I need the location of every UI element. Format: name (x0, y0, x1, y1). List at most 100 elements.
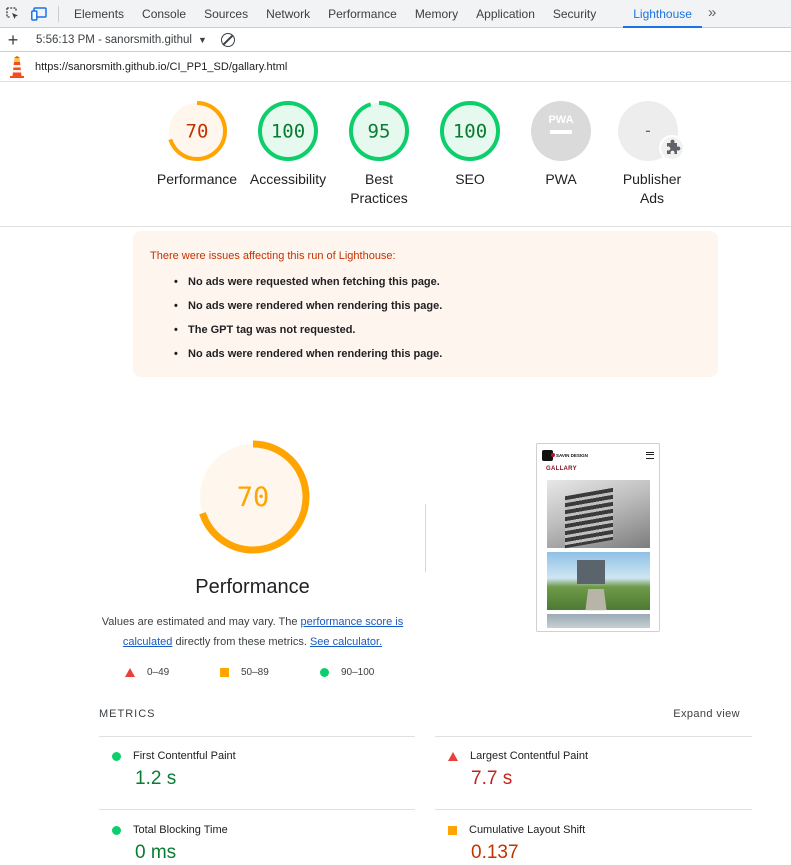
warning-list: No ads were requested when fetching this… (150, 270, 701, 366)
metric-value: 0.137 (471, 842, 519, 863)
legend-pass: 90–100 (320, 667, 374, 678)
gauge-seo-ring: 100 (440, 101, 500, 161)
legend-pass-range: 90–100 (341, 667, 375, 678)
gauge-performance[interactable]: 70 Performance (152, 100, 242, 189)
hamburger-menu-icon (646, 451, 654, 459)
performance-desc-text: directly from these metrics. (172, 636, 310, 648)
legend-fail-range: 0–49 (147, 667, 170, 678)
new-report-plus-icon[interactable]: + (0, 29, 26, 51)
lighthouse-toolbar: + 5:56:13 PM - sanorsmith.githul ▼ (0, 28, 791, 52)
gauge-publisher-ads-score: - (643, 121, 653, 140)
tab-security[interactable]: Security (544, 0, 605, 28)
metric-name: Total Blocking Time (133, 824, 228, 836)
device-toolbar-icon[interactable] (26, 0, 52, 28)
gauge-best-practices-ring: 95 (349, 101, 409, 161)
tab-performance[interactable]: Performance (319, 0, 406, 28)
gauge-performance-ring: 70 (167, 101, 227, 161)
metric-divider (99, 809, 415, 810)
gauge-seo-score: 100 (453, 121, 487, 143)
legend-average: 50–89 (220, 667, 269, 678)
performance-description: Values are estimated and may vary. The p… (96, 612, 409, 652)
pass-circle-icon (112, 751, 121, 761)
pwa-badge-icon: PWA (531, 101, 591, 161)
metrics-heading: METRICS (99, 708, 156, 720)
gauge-publisher-ads-label: Publisher Ads (622, 171, 682, 206)
gauge-accessibility[interactable]: 100 Accessibility (243, 100, 333, 189)
gauge-accessibility-score: 100 (271, 121, 305, 143)
thumbnail-header: SAVIN DESIGN (537, 444, 659, 466)
gauge-performance-score: 70 (186, 121, 209, 143)
lighthouse-logo-icon (9, 56, 25, 78)
devtools-tab-bar: Elements Console Sources Network Perform… (0, 0, 791, 28)
report-url[interactable]: https://sanorsmith.github.io/CI_PP1_SD/g… (35, 61, 287, 73)
gauge-performance-label: Performance (156, 171, 238, 187)
gauge-accessibility-ring: 100 (258, 101, 318, 161)
performance-title: Performance (195, 576, 310, 598)
metric-total-blocking-time: Total Blocking Time 0 ms (99, 824, 415, 864)
inspect-element-icon[interactable] (0, 0, 26, 28)
gauge-best-practices-label: Best Practices (350, 171, 408, 206)
warning-item: No ads were rendered when rendering this… (174, 294, 701, 318)
metric-divider (99, 736, 415, 737)
performance-gauge-large: 70 (196, 440, 310, 554)
gallery-photo-partial (547, 614, 650, 628)
fail-triangle-icon (448, 751, 458, 761)
metric-largest-contentful-paint: Largest Contentful Paint 7.7 s (435, 750, 751, 790)
pwa-badge-text: PWA (548, 114, 573, 126)
metric-name: Largest Contentful Paint (470, 750, 589, 762)
metric-value: 1.2 s (135, 768, 177, 789)
pass-circle-icon (112, 825, 121, 835)
see-calculator-link[interactable]: See calculator. (310, 636, 382, 648)
metric-value: 0 ms (135, 842, 177, 863)
tab-sources[interactable]: Sources (195, 0, 257, 28)
gallery-photo-park (547, 552, 650, 611)
more-tabs-chevron-icon[interactable]: » (702, 0, 722, 28)
metric-cumulative-layout-shift: Cumulative Layout Shift 0.137 (435, 824, 751, 864)
legend-average-range: 50–89 (241, 667, 269, 678)
clear-reports-icon[interactable] (220, 32, 235, 47)
metric-value: 7.7 s (471, 768, 513, 789)
pass-circle-icon (320, 668, 329, 677)
tab-elements[interactable]: Elements (65, 0, 133, 28)
gauge-publisher-ads[interactable]: - Publisher Ads (607, 100, 697, 208)
metric-divider (435, 809, 752, 810)
section-divider (425, 504, 426, 572)
run-warnings: There were issues affecting this run of … (133, 231, 718, 377)
performance-desc-text: Values are estimated and may vary. The (101, 616, 301, 628)
gauge-best-practices[interactable]: 95 Best Practices (334, 100, 424, 208)
gauge-accessibility-label: Accessibility (249, 171, 327, 187)
fail-triangle-icon (125, 668, 135, 677)
category-gauges: 70 Performance 100 Accessibility 95 Best… (0, 82, 791, 227)
site-logo-icon (542, 449, 555, 461)
gauge-seo[interactable]: 100 SEO (425, 100, 515, 189)
tab-network[interactable]: Network (257, 0, 319, 28)
gauge-pwa-label: PWA (545, 171, 577, 187)
warning-title: There were issues affecting this run of … (150, 250, 396, 262)
metric-divider (435, 736, 752, 737)
report-selector-caret-icon[interactable]: ▼ (198, 35, 207, 45)
warning-item: The GPT tag was not requested. (174, 318, 701, 342)
performance-score-large: 70 (237, 482, 270, 513)
warning-item: No ads were rendered when rendering this… (174, 342, 701, 366)
gauge-publisher-ads-ring: - (618, 101, 685, 161)
tab-console[interactable]: Console (133, 0, 195, 28)
metric-name: Cumulative Layout Shift (469, 824, 586, 836)
gallery-photo-building (547, 480, 650, 549)
metric-name: First Contentful Paint (133, 750, 236, 762)
site-brand: SAVIN DESIGN (556, 452, 588, 458)
gauge-pwa[interactable]: PWA PWA (516, 100, 606, 189)
gauge-seo-label: SEO (455, 171, 485, 187)
final-screenshot-thumbnail[interactable]: SAVIN DESIGN GALLARY (536, 443, 660, 632)
average-square-icon (448, 825, 457, 835)
report-url-bar: https://sanorsmith.github.io/CI_PP1_SD/g… (0, 53, 791, 82)
toolbar-divider (58, 5, 59, 22)
metric-first-contentful-paint: First Contentful Paint 1.2 s (99, 750, 415, 790)
report-selector[interactable]: 5:56:13 PM - sanorsmith.githul (36, 34, 196, 46)
tab-application[interactable]: Application (467, 0, 544, 28)
tab-lighthouse[interactable]: Lighthouse (623, 0, 702, 28)
average-square-icon (220, 668, 229, 677)
expand-view-toggle[interactable]: Expand view (673, 708, 740, 720)
tab-memory[interactable]: Memory (406, 0, 467, 28)
legend-fail: 0–49 (125, 667, 169, 678)
warning-item: No ads were requested when fetching this… (174, 270, 701, 294)
